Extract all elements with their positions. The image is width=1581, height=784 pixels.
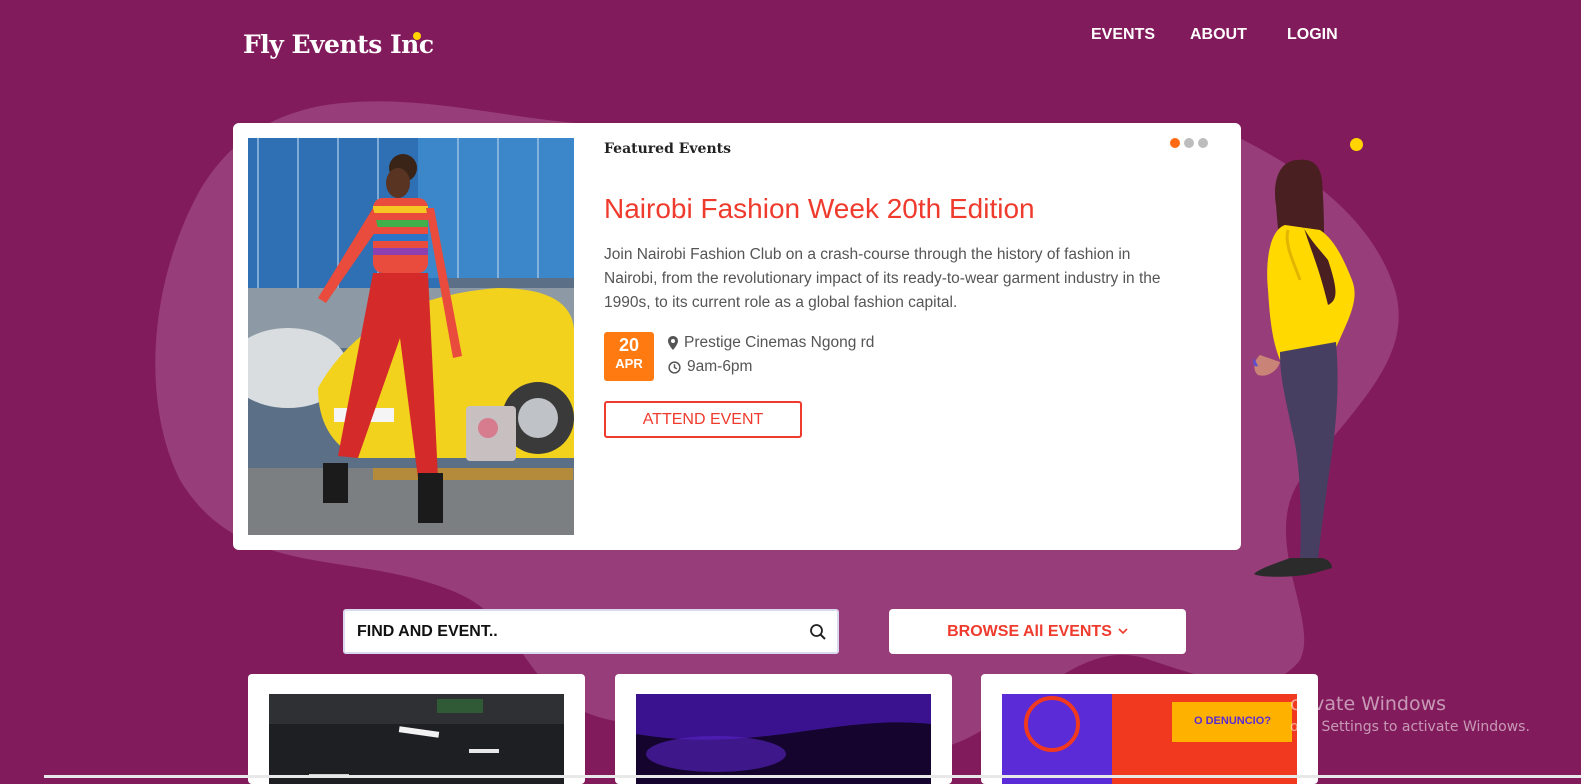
- event-date-badge: 20 APR: [604, 332, 654, 381]
- event-card-image: O DENUNCIO?: [1002, 694, 1297, 784]
- carousel-indicators: [1170, 138, 1208, 148]
- carousel-dot[interactable]: [1184, 138, 1194, 148]
- horizontal-scrollbar[interactable]: [44, 775, 1581, 778]
- event-description: Join Nairobi Fashion Club on a crash-cou…: [604, 246, 1161, 311]
- carousel-dot[interactable]: [1170, 138, 1180, 148]
- brand-dot: [413, 32, 421, 40]
- watermark-line-1: ctivate Windows: [1290, 693, 1447, 715]
- watermark-line-2: o to Settings to activate Windows.: [1290, 719, 1530, 735]
- carousel-dot[interactable]: [1198, 138, 1208, 148]
- search-input-text[interactable]: FIND AND EVENT..: [357, 623, 498, 641]
- event-card[interactable]: [248, 674, 585, 784]
- map-pin-icon: [668, 336, 678, 350]
- event-date-month: APR: [615, 356, 643, 371]
- event-card-image: [269, 694, 564, 784]
- svg-text:O DENUNCIO?: O DENUNCIO?: [1194, 715, 1271, 727]
- brand-logo[interactable]: Fly Events Inc: [243, 30, 434, 59]
- event-card-image: [636, 694, 931, 784]
- search-input[interactable]: FIND AND EVENT..: [343, 609, 839, 654]
- chevron-down-icon: [1118, 628, 1128, 635]
- browse-all-events-button[interactable]: BROWSE All EVENTS: [889, 609, 1186, 654]
- event-time-text: 9am-6pm: [687, 358, 753, 375]
- nav-events[interactable]: EVENTS: [1091, 26, 1155, 44]
- nav-login[interactable]: LOGIN: [1287, 26, 1338, 44]
- browse-all-events-label: BROWSE All EVENTS: [947, 622, 1112, 640]
- featured-event-card: Featured Events Nairobi Fashion Week 20t…: [233, 123, 1241, 550]
- event-location: Prestige Cinemas Ngong rd: [668, 334, 874, 352]
- event-time: 9am-6pm: [668, 358, 752, 376]
- woman-illustration: [1253, 159, 1355, 577]
- search-icon[interactable]: [809, 623, 827, 641]
- windows-activation-watermark: ctivate Windows o to Settings to activat…: [1290, 693, 1530, 735]
- clock-icon: [668, 360, 681, 374]
- event-location-text: Prestige Cinemas Ngong rd: [684, 334, 875, 351]
- featured-events-label: Featured Events: [604, 141, 731, 157]
- event-photo: [248, 138, 574, 535]
- event-card[interactable]: [615, 674, 952, 784]
- attend-event-button[interactable]: ATTEND EVENT: [604, 401, 802, 438]
- nav-about[interactable]: ABOUT: [1190, 26, 1247, 44]
- event-date-day: 20: [618, 335, 640, 355]
- event-card[interactable]: O DENUNCIO?: [981, 674, 1318, 784]
- event-title[interactable]: Nairobi Fashion Week 20th Edition: [604, 193, 1035, 225]
